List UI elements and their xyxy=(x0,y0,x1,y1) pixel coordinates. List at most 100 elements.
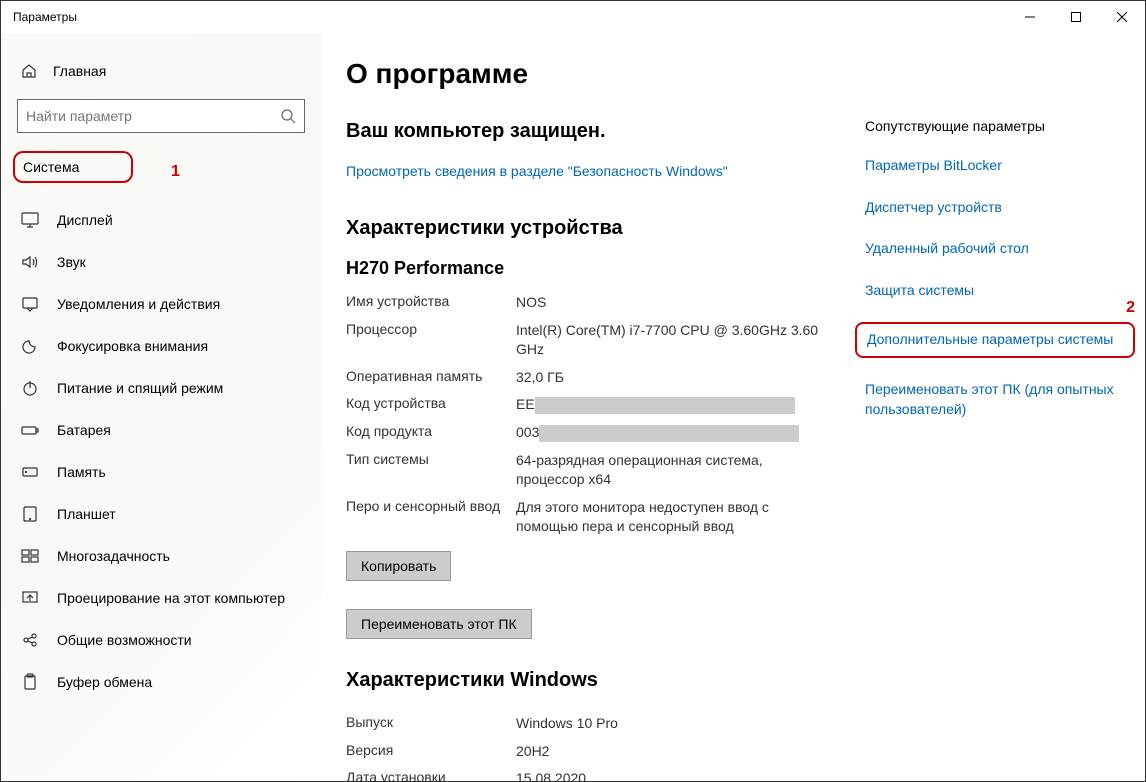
main-content: О программе Ваш компьютер защищен. Просм… xyxy=(321,33,1145,781)
copy-button[interactable]: Копировать xyxy=(346,551,451,581)
sidebar-item-label: Проецирование на этот компьютер xyxy=(57,590,285,606)
spec-row: Код устройстваEEx xyxy=(346,391,825,419)
sidebar-item-shared[interactable]: Общие возможности xyxy=(1,619,321,661)
sidebar-item-label: Звук xyxy=(57,254,86,270)
spec-label: Дата установки xyxy=(346,769,516,781)
notifications-icon xyxy=(21,295,39,313)
related-panel: Сопутствующие параметры Параметры BitLoc… xyxy=(865,58,1115,781)
search-icon xyxy=(280,108,296,124)
related-link-0[interactable]: Параметры BitLocker xyxy=(865,156,1115,176)
multitask-icon xyxy=(21,547,39,565)
sidebar-item-label: Буфер обмена xyxy=(57,674,152,690)
spec-row: Имя устройстваNOS xyxy=(346,289,825,317)
sidebar-item-sound[interactable]: Звук xyxy=(1,241,321,283)
clipboard-icon xyxy=(21,673,39,691)
close-button[interactable] xyxy=(1099,1,1145,33)
window-title: Параметры xyxy=(13,10,77,24)
spec-row: Перо и сенсорный вводДля этого монитора … xyxy=(346,494,825,541)
sidebar-item-label: Планшет xyxy=(57,506,116,522)
titlebar: Параметры xyxy=(1,1,1145,33)
spec-label: Версия xyxy=(346,742,516,762)
spec-value: Для этого монитора недоступен ввод с пом… xyxy=(516,498,825,537)
spec-label: Код продукта xyxy=(346,423,516,443)
security-link[interactable]: Просмотреть сведения в разделе "Безопасн… xyxy=(346,161,825,182)
spec-value: 20H2 xyxy=(516,742,825,762)
spec-label: Оперативная память xyxy=(346,368,516,388)
sidebar-item-multitask[interactable]: Многозадачность xyxy=(1,535,321,577)
sidebar-item-label: Память xyxy=(57,464,106,480)
sidebar-item-label: Батарея xyxy=(57,422,111,438)
spec-label: Перо и сенсорный ввод xyxy=(346,498,516,537)
nav-list: Дисплей Звук Уведомления и действия Фокусир… xyxy=(1,199,321,703)
spec-value: Windows 10 Pro xyxy=(516,714,825,734)
tablet-icon xyxy=(21,505,39,523)
sidebar-item-battery[interactable]: Батарея xyxy=(1,409,321,451)
related-link-1[interactable]: Диспетчер устройств xyxy=(865,198,1115,218)
spec-value: 32,0 ГБ xyxy=(516,368,825,388)
display-icon xyxy=(21,211,39,229)
sidebar-item-project[interactable]: Проецирование на этот компьютер xyxy=(1,577,321,619)
related-link-4[interactable]: Дополнительные параметры системы xyxy=(855,322,1135,358)
spec-row: Оперативная память32,0 ГБ xyxy=(346,364,825,392)
sidebar-item-label: Фокусировка внимания xyxy=(57,338,208,354)
battery-icon xyxy=(21,421,39,439)
sidebar-item-label: Уведомления и действия xyxy=(57,296,220,312)
spec-value: Intel(R) Core(TM) i7-7700 CPU @ 3.60GHz … xyxy=(516,321,825,360)
spec-label: Процессор xyxy=(346,321,516,360)
sidebar-item-display[interactable]: Дисплей xyxy=(1,199,321,241)
sidebar-item-notifications[interactable]: Уведомления и действия xyxy=(1,283,321,325)
search-box[interactable] xyxy=(17,99,305,133)
home-label: Главная xyxy=(53,63,106,79)
related-link-5[interactable]: Переименовать этот ПК (для опытных польз… xyxy=(865,380,1115,419)
spec-value: EEx xyxy=(516,395,825,415)
sidebar-item-label: Многозадачность xyxy=(57,548,170,564)
device-specs-table: Имя устройстваNOSПроцессорIntel(R) Core(… xyxy=(346,289,825,541)
spec-value: NOS xyxy=(516,293,825,313)
search-input[interactable] xyxy=(26,108,280,124)
project-icon xyxy=(21,589,39,607)
home-icon xyxy=(21,63,37,79)
spec-value: 15.08.2020 xyxy=(516,769,825,781)
spec-row: Дата установки15.08.2020 xyxy=(346,765,825,781)
protected-heading: Ваш компьютер защищен. xyxy=(346,120,825,143)
windows-specs-table: ВыпускWindows 10 ProВерсия20H2Дата устан… xyxy=(346,710,825,781)
sidebar-item-focus[interactable]: Фокусировка внимания xyxy=(1,325,321,367)
spec-row: Код продукта003x xyxy=(346,419,825,447)
sidebar-item-storage[interactable]: Память xyxy=(1,451,321,493)
windows-heading: Характеристики Windows xyxy=(346,669,825,692)
sidebar-item-tablet[interactable]: Планшет xyxy=(1,493,321,535)
spec-label: Тип системы xyxy=(346,451,516,490)
spec-row: Тип системы64-разрядная операционная сис… xyxy=(346,447,825,494)
annotation-2: 2 xyxy=(1126,299,1135,317)
spec-value: 003x xyxy=(516,423,825,443)
home-link[interactable]: Главная xyxy=(1,53,321,89)
power-icon xyxy=(21,379,39,397)
related-link-3[interactable]: Защита системы xyxy=(865,281,1115,301)
spec-row: Версия20H2 xyxy=(346,738,825,766)
annotation-1: 1 xyxy=(171,163,180,181)
spec-label: Выпуск xyxy=(346,714,516,734)
shared-icon xyxy=(21,631,39,649)
spec-label: Имя устройства xyxy=(346,293,516,313)
sidebar-item-clipboard[interactable]: Буфер обмена xyxy=(1,661,321,703)
spec-row: ВыпускWindows 10 Pro xyxy=(346,710,825,738)
sidebar-item-power[interactable]: Питание и спящий режим xyxy=(1,367,321,409)
related-heading: Сопутствующие параметры xyxy=(865,118,1115,134)
related-link-2[interactable]: Удаленный рабочий стол xyxy=(865,239,1115,259)
focus-icon xyxy=(21,337,39,355)
rename-button[interactable]: Переименовать этот ПК xyxy=(346,609,532,639)
maximize-button[interactable] xyxy=(1053,1,1099,33)
sidebar-item-label: Питание и спящий режим xyxy=(57,380,223,396)
spec-label: Код устройства xyxy=(346,395,516,415)
spec-row: ПроцессорIntel(R) Core(TM) i7-7700 CPU @… xyxy=(346,317,825,364)
spec-value: 64-разрядная операционная система, проце… xyxy=(516,451,825,490)
window-controls xyxy=(1007,1,1145,33)
sidebar: Главная Система 1 Дисплей Звук Уведомления… xyxy=(1,33,321,781)
section-header-system[interactable]: Система xyxy=(13,151,133,183)
sidebar-item-label: Общие возможности xyxy=(57,632,192,648)
sidebar-item-label: Дисплей xyxy=(57,212,113,228)
minimize-button[interactable] xyxy=(1007,1,1053,33)
device-name: H270 Performance xyxy=(346,258,825,279)
sound-icon xyxy=(21,253,39,271)
storage-icon xyxy=(21,463,39,481)
